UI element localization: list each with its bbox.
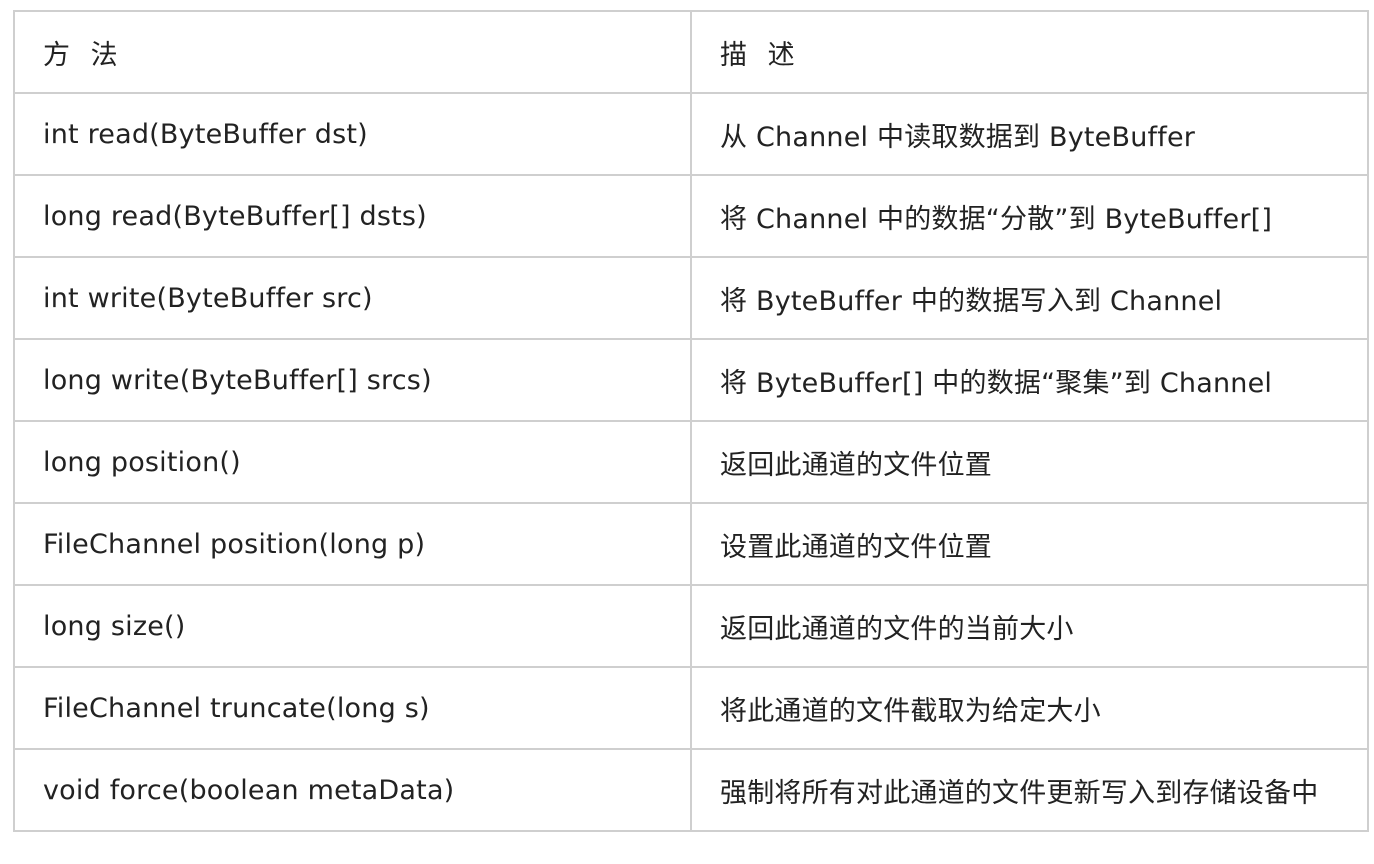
description-cell: 返回此通道的文件的当前大小 <box>690 584 1369 668</box>
method-table-container: 方 法 描 述 int read(ByteBuffer dst) 从 Chann… <box>13 10 1369 832</box>
table-row: FileChannel truncate(long s) 将此通道的文件截取为给… <box>13 666 1369 750</box>
description-cell: 设置此通道的文件位置 <box>690 502 1369 586</box>
table-row: long read(ByteBuffer[] dsts) 将 Channel 中… <box>13 174 1369 258</box>
table-header-row: 方 法 描 述 <box>13 10 1369 94</box>
method-cell: int write(ByteBuffer src) <box>13 256 692 340</box>
header-description: 描 述 <box>690 10 1369 94</box>
method-cell: int read(ByteBuffer dst) <box>13 92 692 176</box>
description-cell: 将 ByteBuffer 中的数据写入到 Channel <box>690 256 1369 340</box>
header-method: 方 法 <box>13 10 692 94</box>
description-cell: 从 Channel 中读取数据到 ByteBuffer <box>690 92 1369 176</box>
method-cell: long size() <box>13 584 692 668</box>
method-cell: long position() <box>13 420 692 504</box>
method-cell: FileChannel position(long p) <box>13 502 692 586</box>
table-row: FileChannel position(long p) 设置此通道的文件位置 <box>13 502 1369 586</box>
description-cell: 将 ByteBuffer[] 中的数据“聚集”到 Channel <box>690 338 1369 422</box>
method-cell: FileChannel truncate(long s) <box>13 666 692 750</box>
table-row: long position() 返回此通道的文件位置 <box>13 420 1369 504</box>
description-cell: 返回此通道的文件位置 <box>690 420 1369 504</box>
table-row: int read(ByteBuffer dst) 从 Channel 中读取数据… <box>13 92 1369 176</box>
method-cell: void force(boolean metaData) <box>13 748 692 832</box>
method-cell: long read(ByteBuffer[] dsts) <box>13 174 692 258</box>
table-row: long size() 返回此通道的文件的当前大小 <box>13 584 1369 668</box>
description-cell: 将 Channel 中的数据“分散”到 ByteBuffer[] <box>690 174 1369 258</box>
table-row: long write(ByteBuffer[] srcs) 将 ByteBuff… <box>13 338 1369 422</box>
table-row: void force(boolean metaData) 强制将所有对此通道的文… <box>13 748 1369 832</box>
method-table: 方 法 描 述 int read(ByteBuffer dst) 从 Chann… <box>13 10 1369 832</box>
description-cell: 强制将所有对此通道的文件更新写入到存储设备中 <box>690 748 1369 832</box>
description-cell: 将此通道的文件截取为给定大小 <box>690 666 1369 750</box>
table-row: int write(ByteBuffer src) 将 ByteBuffer 中… <box>13 256 1369 340</box>
method-cell: long write(ByteBuffer[] srcs) <box>13 338 692 422</box>
